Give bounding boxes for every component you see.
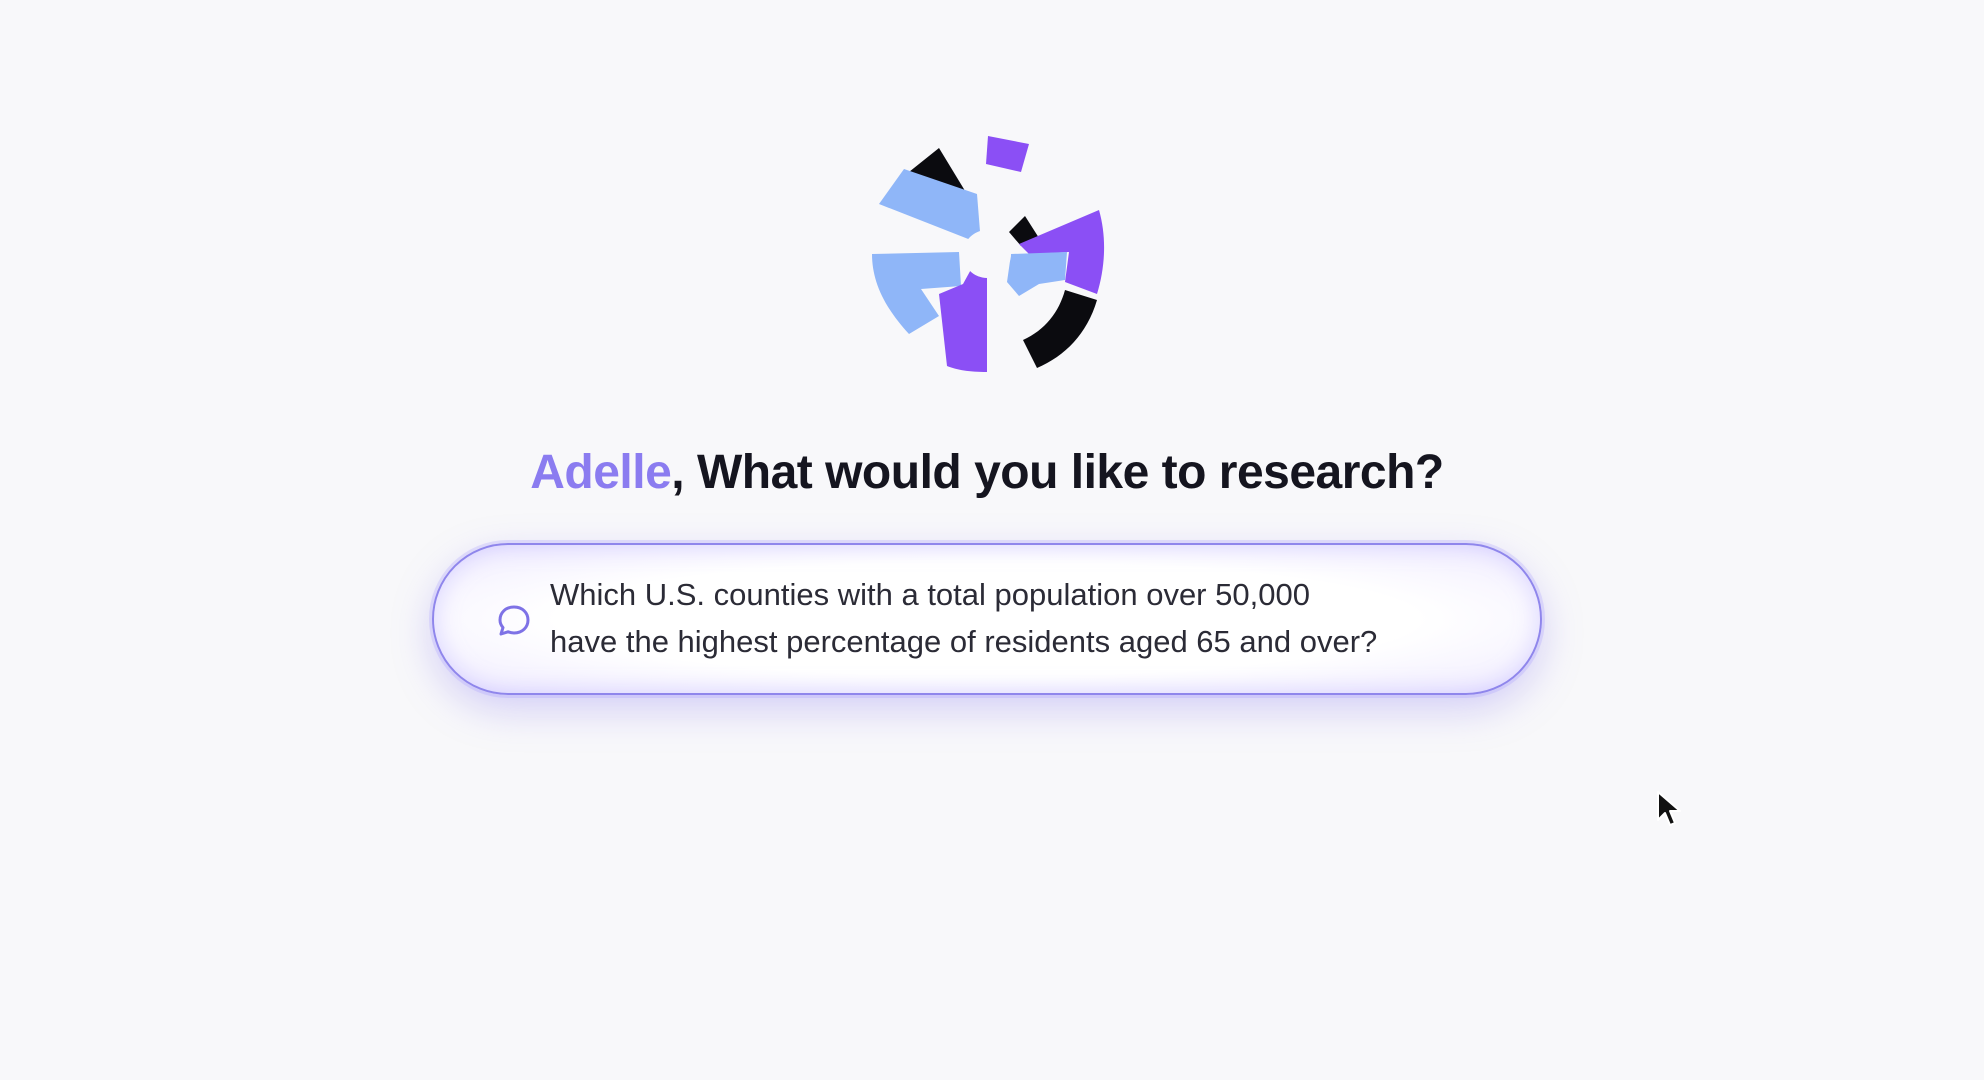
- logo-segment-black-bottom-right: [1023, 290, 1097, 368]
- segmented-ring-logo: [872, 136, 1105, 372]
- logo-segment-blue-upper-left: [879, 169, 981, 244]
- title-question: , What would you like to research?: [671, 446, 1444, 499]
- logo-segment-blue-right: [1007, 252, 1067, 296]
- user-name: Adelle: [530, 446, 672, 499]
- chat-bubble-icon: [498, 605, 530, 636]
- research-landing-page: Adelle, What would you like to research?…: [0, 0, 1984, 1080]
- mouse-pointer-icon: [1657, 791, 1681, 826]
- research-prompt-input[interactable]: Which U.S. counties with a total populat…: [432, 543, 1542, 695]
- logo-segment-purple-top: [986, 136, 1029, 172]
- page-title: Adelle, What would you like to research?: [0, 445, 1974, 500]
- prompt-text[interactable]: Which U.S. counties with a total populat…: [550, 571, 1510, 665]
- logo-center: [963, 230, 1011, 278]
